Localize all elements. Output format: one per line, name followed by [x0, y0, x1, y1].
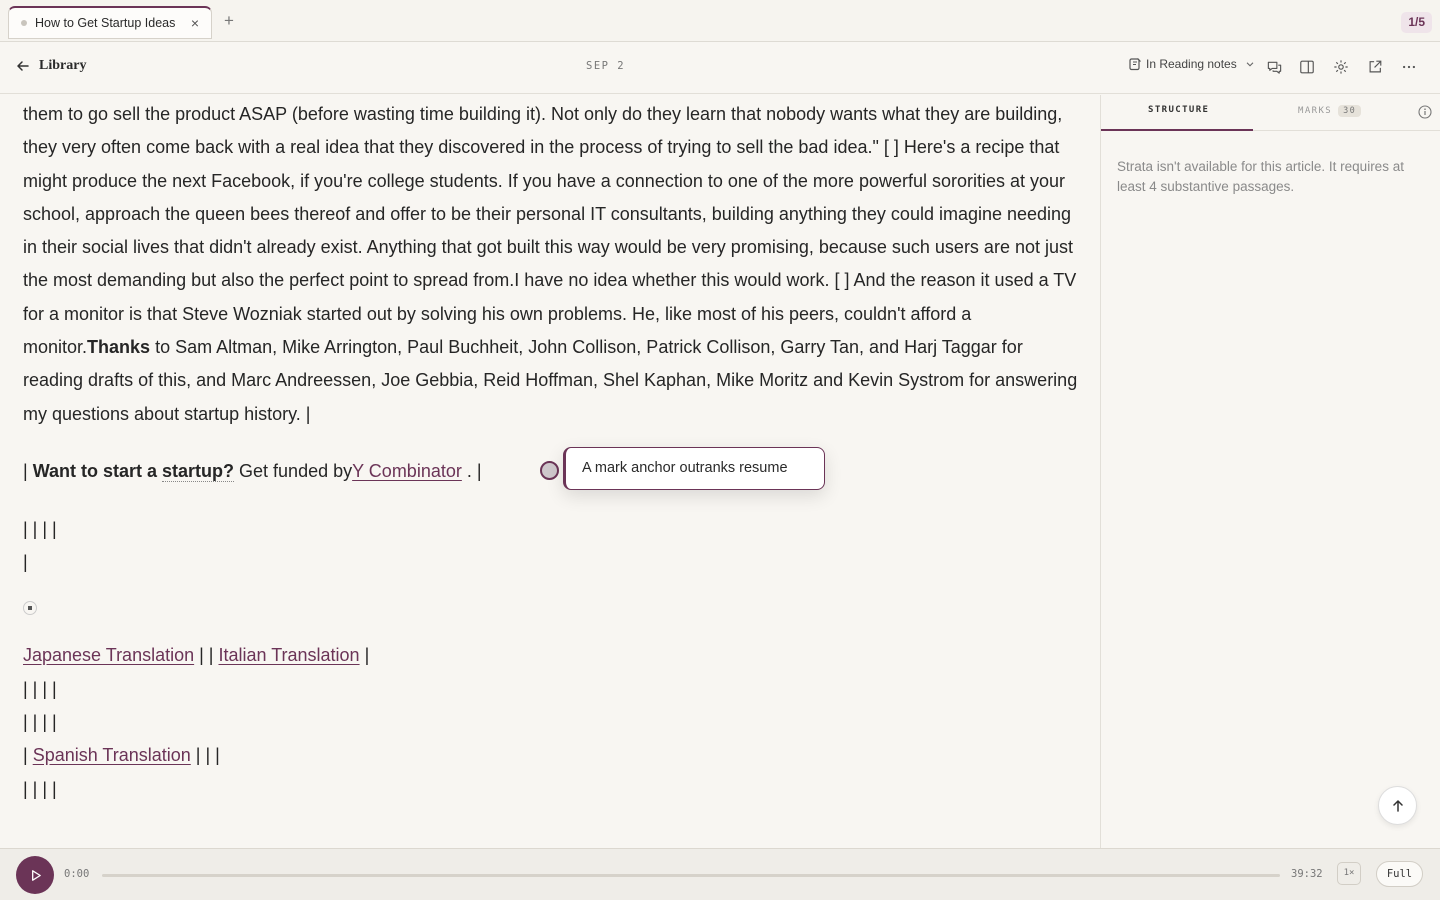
duration: 39:32 — [1291, 868, 1323, 880]
play-button[interactable] — [16, 856, 54, 894]
bullet-marker-icon — [23, 601, 37, 615]
article-date: SEP 2 — [586, 60, 626, 72]
scroll-to-top-button[interactable] — [1378, 786, 1417, 825]
arrow-left-icon — [17, 61, 29, 71]
article-paragraph: them to go sell the product ASAP (before… — [23, 98, 1083, 431]
tab-pager: 1/5 — [1401, 12, 1432, 33]
separator-text: | | | — [190, 745, 220, 765]
comments-button[interactable] — [1265, 58, 1283, 76]
mark-tooltip: A mark anchor outranks resume — [563, 447, 825, 490]
active-tab-indicator — [1101, 129, 1253, 131]
japanese-translation-link[interactable]: Japanese Translation — [23, 645, 194, 665]
yc-pipe: | — [23, 461, 33, 481]
table-row-text: | | | | — [23, 712, 57, 732]
open-external-button[interactable] — [1366, 58, 1384, 76]
external-link-icon — [1369, 60, 1382, 73]
comments-icon — [1267, 61, 1281, 74]
paragraph-text: them to go sell the product ASAP (before… — [23, 104, 1077, 358]
chevron-down-icon — [1246, 62, 1254, 67]
collection-label: In Reading notes — [1146, 57, 1237, 71]
tab-structure[interactable]: STRUCTURE — [1148, 105, 1209, 115]
side-panel: STRUCTURE MARKS 30 Strata isn't available… — [1100, 95, 1440, 848]
translations-line: Japanese Translation | | Italian Transla… — [23, 639, 1083, 672]
table-row-text: | | | | — [23, 519, 57, 539]
spanish-line: | Spanish Translation | | | — [23, 739, 1083, 772]
split-view-icon — [1300, 60, 1314, 74]
more-button[interactable] — [1400, 58, 1418, 76]
table-row-text: | | | | — [23, 779, 57, 799]
startup-term[interactable]: startup? — [162, 461, 235, 482]
close-icon[interactable]: × — [187, 15, 203, 31]
split-view-button[interactable] — [1298, 58, 1316, 76]
yc-link[interactable]: Y Combinator — [352, 461, 462, 481]
more-icon — [1402, 65, 1416, 69]
gear-icon — [1334, 60, 1348, 74]
new-tab-button[interactable]: + — [220, 11, 238, 31]
table-row-text: | — [23, 552, 28, 572]
speed-button[interactable]: 1× — [1337, 862, 1361, 885]
tab-active[interactable]: How to Get Startup Ideas × — [8, 6, 212, 39]
current-time: 0:00 — [64, 868, 90, 880]
info-icon[interactable] — [1418, 105, 1432, 119]
tab-bar: How to Get Startup Ideas × + 1/5 — [0, 0, 1440, 42]
separator-text: | — [23, 745, 33, 765]
spanish-translation-link[interactable]: Spanish Translation — [33, 745, 191, 765]
back-label: Library — [39, 58, 87, 73]
italian-translation-link[interactable]: Italian Translation — [218, 645, 359, 665]
mark-anchor-handle[interactable] — [540, 461, 559, 480]
yc-bold-text: Want to start a — [32, 461, 163, 481]
collection-selector[interactable]: In Reading notes — [1128, 57, 1256, 71]
audio-player: 0:00 39:32 1× Full — [0, 848, 1440, 900]
back-to-library-button[interactable]: Library — [15, 58, 86, 74]
strata-unavailable-message: Strata isn't available for this article.… — [1117, 159, 1404, 194]
yc-end-text: . | — [461, 461, 482, 481]
progress-track[interactable] — [102, 874, 1280, 877]
full-mode-button[interactable]: Full — [1376, 861, 1423, 887]
article-body: them to go sell the product ASAP (before… — [0, 95, 1100, 848]
table-row-text: | | | | — [23, 679, 57, 699]
yc-mid-text: Get funded by — [234, 461, 353, 481]
settings-button[interactable] — [1332, 58, 1350, 76]
tab-title: How to Get Startup Ideas — [35, 16, 176, 30]
separator-text: | | — [194, 645, 219, 665]
marks-count-badge: 30 — [1338, 105, 1362, 117]
notes-icon — [1129, 58, 1141, 71]
reader-header: Library SEP 2 In Reading notes — [0, 42, 1440, 94]
separator-text: | — [359, 645, 370, 665]
paragraph-text-tail: to Sam Altman, Mike Arrington, Paul Buch… — [23, 337, 1078, 424]
arrow-up-icon — [1392, 799, 1403, 812]
thanks-bold: Thanks — [87, 337, 151, 358]
tab-status-dot — [21, 20, 27, 26]
tab-marks-label: MARKS — [1298, 106, 1333, 116]
tab-marks[interactable]: MARKS 30 — [1298, 105, 1362, 117]
play-icon — [31, 869, 41, 881]
